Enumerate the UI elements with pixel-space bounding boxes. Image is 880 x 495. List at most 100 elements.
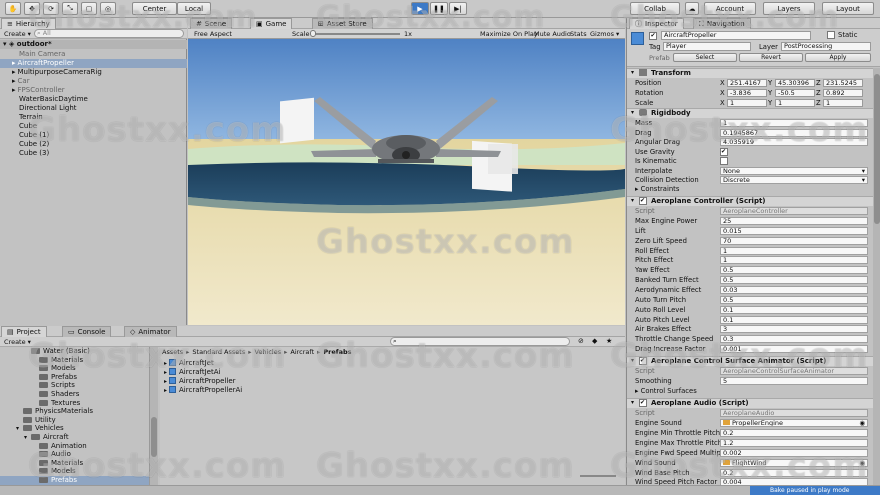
- transform-x-input[interactable]: 1: [727, 99, 767, 107]
- project-create-dropdown[interactable]: Create ▾: [4, 338, 31, 346]
- controller-header[interactable]: Aeroplane Controller (Script): [627, 196, 873, 206]
- move-tool-icon[interactable]: ✥: [24, 2, 40, 15]
- hierarchy-item[interactable]: Cube: [0, 122, 187, 131]
- breadcrumb-item[interactable]: Aircraft: [290, 348, 314, 356]
- property-input[interactable]: 3: [720, 325, 868, 334]
- property-input[interactable]: 0.015: [720, 226, 868, 235]
- expand-arrow-icon[interactable]: ▸: [164, 387, 167, 394]
- collab-button[interactable]: Collab: [630, 2, 680, 15]
- pause-button[interactable]: ❚❚: [430, 2, 448, 15]
- expand-arrow-icon[interactable]: ▸: [12, 59, 16, 67]
- property-input[interactable]: 0.001: [720, 345, 868, 354]
- transform-x-input[interactable]: 251.4167: [727, 79, 767, 87]
- layer-dropdown[interactable]: PostProcessing: [781, 42, 871, 51]
- transform-y-input[interactable]: 45.30396: [775, 79, 815, 87]
- space-local-button[interactable]: Local: [177, 2, 211, 15]
- transform-z-input[interactable]: 1: [823, 99, 863, 107]
- stats-toggle[interactable]: Stats: [570, 30, 587, 38]
- property-input[interactable]: 0.5: [720, 266, 868, 275]
- object-name-input[interactable]: AircraftPropeller: [661, 31, 811, 40]
- property-checkbox[interactable]: ✔: [720, 147, 728, 156]
- folder-item[interactable]: Prefabs: [0, 476, 149, 485]
- tag-dropdown[interactable]: Player: [663, 42, 751, 51]
- expand-arrow-icon[interactable]: ▾: [631, 109, 634, 116]
- hierarchy-item[interactable]: ▸ Car: [0, 77, 187, 86]
- pivot-center-button[interactable]: Center: [132, 2, 177, 15]
- maximize-on-play-toggle[interactable]: Maximize On Play: [480, 30, 538, 38]
- object-picker-icon[interactable]: ◉: [859, 420, 865, 426]
- transform-x-input[interactable]: -3.836: [727, 89, 767, 97]
- prefab-select-button[interactable]: Select: [673, 53, 737, 62]
- smoothing-input[interactable]: 5: [720, 377, 868, 385]
- icon-size-slider[interactable]: [580, 475, 616, 477]
- asset-item[interactable]: ▸ AircraftJet: [162, 359, 362, 368]
- tab-hierarchy[interactable]: ≡ Hierarchy: [1, 18, 56, 29]
- transform-y-input[interactable]: -50.5: [775, 89, 815, 97]
- rotate-tool-icon[interactable]: ⟳: [43, 2, 59, 15]
- transform-y-input[interactable]: 1: [775, 99, 815, 107]
- inspector-scroll-thumb[interactable]: [874, 74, 880, 224]
- hierarchy-item[interactable]: ▸ FPSController: [0, 86, 187, 95]
- tab-project[interactable]: ▤ Project: [1, 326, 47, 337]
- audio-enabled-checkbox[interactable]: ✔: [639, 399, 647, 407]
- expand-arrow-icon[interactable]: ▸: [164, 369, 167, 376]
- property-checkbox[interactable]: [720, 157, 728, 165]
- property-input[interactable]: 0.2: [720, 428, 868, 437]
- property-input[interactable]: 0.1: [720, 305, 868, 314]
- expand-arrow-icon[interactable]: ▾: [631, 357, 634, 364]
- account-dropdown[interactable]: Account: [704, 2, 756, 15]
- hierarchy-item[interactable]: WaterBasicDaytime: [0, 95, 187, 104]
- hand-tool-icon[interactable]: ✋: [5, 2, 21, 15]
- property-input[interactable]: 0.1: [720, 315, 868, 324]
- tree-scrollbar[interactable]: [150, 347, 158, 485]
- property-input[interactable]: 0.2: [720, 468, 868, 477]
- property-input[interactable]: 4.035919: [720, 138, 868, 146]
- transform-z-input[interactable]: 231.5245: [823, 79, 863, 87]
- tab-asset-store[interactable]: ⊞ Asset Store: [312, 18, 373, 29]
- breadcrumb-item[interactable]: Standard Assets: [192, 348, 245, 356]
- expand-arrow-icon[interactable]: ▸: [164, 360, 167, 367]
- expand-arrow-icon[interactable]: ▸: [12, 68, 16, 76]
- asset-item[interactable]: ▸ AircraftJetAi: [162, 368, 362, 377]
- property-input[interactable]: FlightWind ◉: [720, 458, 868, 467]
- tree-scroll-thumb[interactable]: [151, 417, 157, 457]
- aspect-dropdown[interactable]: Free Aspect: [194, 30, 232, 38]
- hierarchy-item[interactable]: Cube (3): [0, 149, 187, 158]
- hierarchy-item[interactable]: Directional Light: [0, 104, 187, 113]
- hierarchy-item[interactable]: Terrain: [0, 113, 187, 122]
- property-input[interactable]: 1: [720, 256, 868, 265]
- scene-row[interactable]: ▾ ◈ outdoor*: [0, 40, 187, 49]
- play-button[interactable]: ▶: [411, 2, 429, 15]
- breadcrumb-item[interactable]: Assets: [162, 348, 183, 356]
- object-picker-icon[interactable]: ◉: [859, 460, 865, 466]
- constraints-foldout[interactable]: ▸ Constraints: [635, 185, 679, 193]
- breadcrumb-item[interactable]: Vehicles: [254, 348, 281, 356]
- property-dropdown[interactable]: Discrete ▾: [720, 176, 868, 184]
- transform-z-input[interactable]: 0.892: [823, 89, 863, 97]
- transform-tool-icon[interactable]: ◎: [100, 2, 116, 15]
- project-search-input[interactable]: ⌕: [390, 337, 570, 346]
- cloud-icon[interactable]: ☁: [685, 2, 699, 15]
- animator-enabled-checkbox[interactable]: ✔: [639, 357, 647, 365]
- prefab-apply-button[interactable]: Apply: [805, 53, 871, 62]
- tab-scene[interactable]: # Scene: [190, 18, 233, 29]
- tab-console[interactable]: ▭ Console: [62, 326, 112, 337]
- audio-script-header[interactable]: Aeroplane Audio (Script): [627, 398, 873, 408]
- game-render[interactable]: [188, 39, 625, 325]
- mute-audio-toggle[interactable]: Mute Audio: [534, 30, 571, 38]
- label-icon[interactable]: ◆: [592, 337, 597, 345]
- tab-animator[interactable]: ◇ Animator: [124, 326, 177, 337]
- inspector-scrollbar[interactable]: [873, 68, 880, 485]
- rigidbody-header[interactable]: Rigidbody: [627, 108, 873, 118]
- animator-script-header[interactable]: Aeroplane Control Surface Animator (Scri…: [627, 356, 873, 366]
- expand-arrow-icon[interactable]: ▾: [631, 197, 634, 204]
- property-input[interactable]: 0.1945867: [720, 128, 868, 137]
- property-input[interactable]: 1.2: [720, 438, 868, 447]
- active-checkbox[interactable]: ✔: [649, 32, 657, 40]
- rect-tool-icon[interactable]: ▢: [81, 2, 97, 15]
- property-input[interactable]: 25: [720, 217, 868, 225]
- hierarchy-create-dropdown[interactable]: Create ▾: [4, 30, 31, 38]
- breadcrumb-item[interactable]: Prefabs: [323, 348, 351, 356]
- property-input[interactable]: 0.5: [720, 276, 868, 285]
- asset-item[interactable]: ▸ AircraftPropeller: [162, 377, 362, 386]
